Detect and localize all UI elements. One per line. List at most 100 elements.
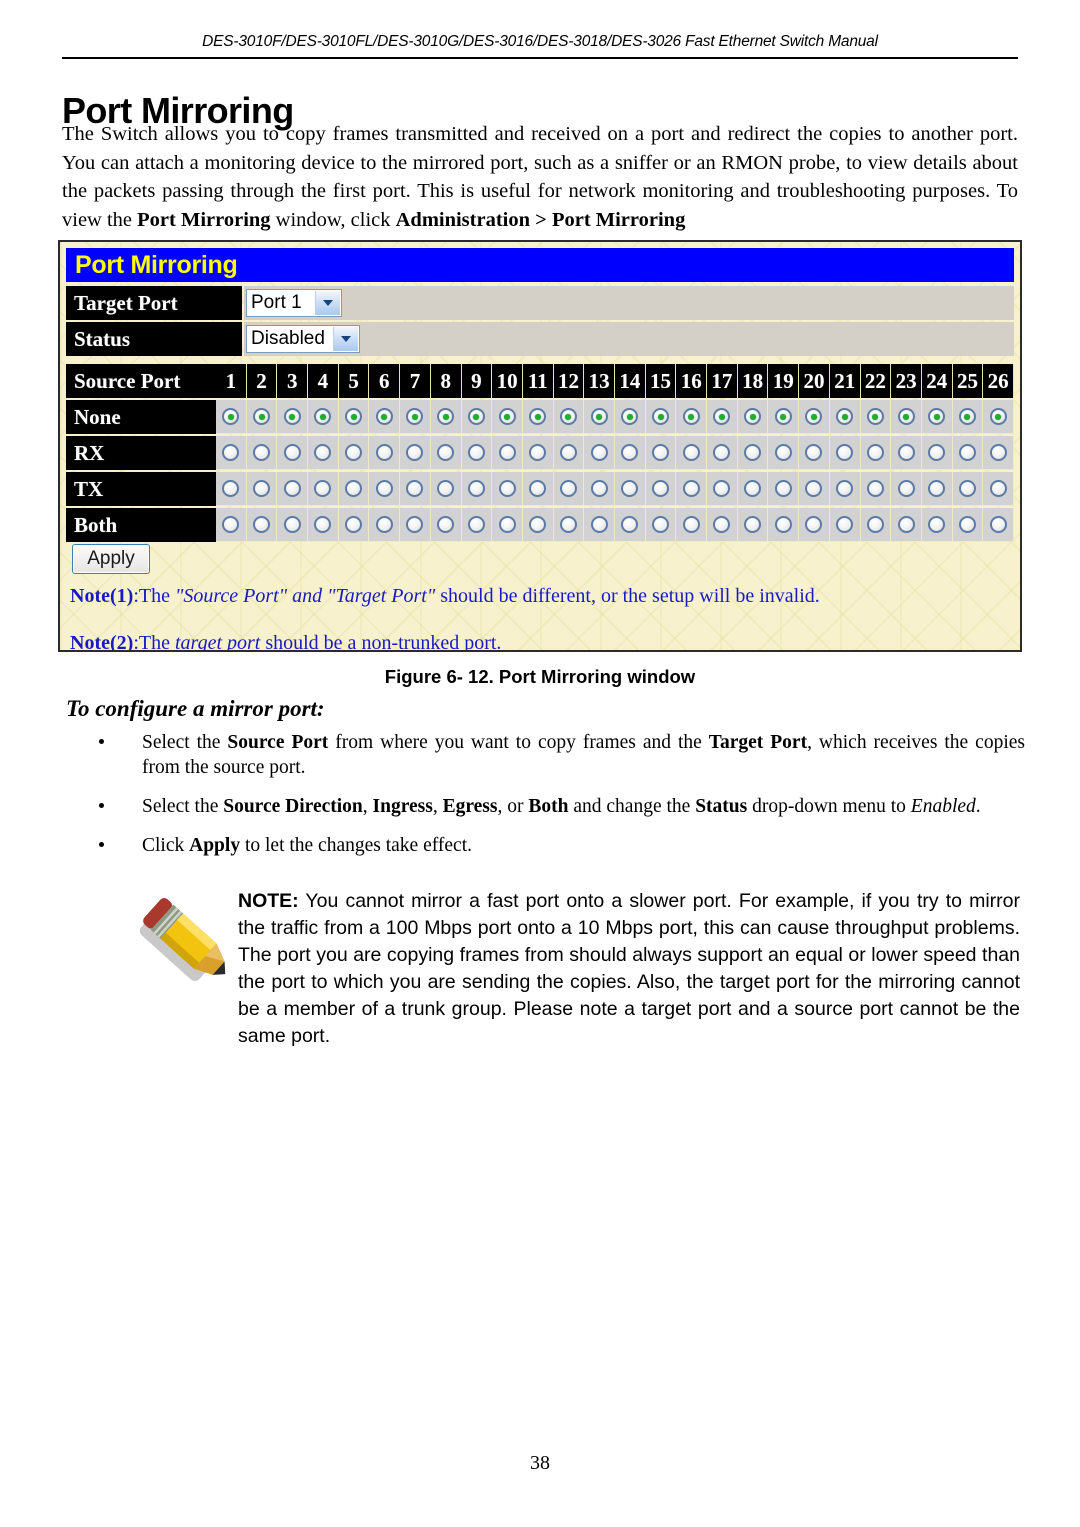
radio-cell-both-port-7[interactable] [400,508,431,542]
radio-rx-port-13[interactable] [590,444,608,461]
radio-none-port-14[interactable] [621,408,639,425]
radio-cell-none-port-14[interactable] [615,400,646,434]
radio-both-port-25[interactable] [958,516,976,533]
radio-both-port-9[interactable] [467,516,485,533]
radio-cell-rx-port-16[interactable] [676,436,708,470]
radio-both-port-14[interactable] [621,516,639,533]
radio-cell-tx-port-22[interactable] [860,472,892,506]
radio-cell-none-port-10[interactable] [492,400,523,434]
radio-none-port-4[interactable] [314,408,332,425]
radio-cell-both-port-23[interactable] [891,508,922,542]
radio-cell-rx-port-7[interactable] [400,436,431,470]
radio-none-port-20[interactable] [805,408,823,425]
radio-cell-rx-port-17[interactable] [707,436,738,470]
radio-cell-tx-port-5[interactable] [338,472,370,506]
radio-cell-tx-port-21[interactable] [829,472,861,506]
radio-rx-port-24[interactable] [928,444,946,461]
radio-both-port-3[interactable] [283,516,301,533]
radio-cell-rx-port-8[interactable] [430,436,462,470]
chevron-down-icon[interactable] [315,291,340,315]
radio-cell-tx-port-13[interactable] [584,472,615,506]
radio-tx-port-22[interactable] [866,480,884,497]
radio-none-port-19[interactable] [774,408,792,425]
radio-none-port-16[interactable] [682,408,700,425]
radio-tx-port-12[interactable] [559,480,577,497]
radio-cell-rx-port-22[interactable] [860,436,892,470]
radio-tx-port-10[interactable] [498,480,516,497]
radio-cell-rx-port-20[interactable] [799,436,830,470]
radio-cell-rx-port-25[interactable] [952,436,984,470]
radio-cell-none-port-23[interactable] [891,400,922,434]
radio-rx-port-7[interactable] [406,444,424,461]
radio-rx-port-8[interactable] [437,444,455,461]
radio-cell-both-port-16[interactable] [676,508,708,542]
radio-rx-port-26[interactable] [989,444,1007,461]
radio-none-port-17[interactable] [713,408,731,425]
radio-cell-rx-port-18[interactable] [737,436,769,470]
radio-tx-port-21[interactable] [836,480,854,497]
radio-both-port-1[interactable] [222,516,240,533]
radio-cell-rx-port-5[interactable] [338,436,370,470]
radio-rx-port-3[interactable] [283,444,301,461]
radio-cell-both-port-13[interactable] [584,508,615,542]
radio-both-port-22[interactable] [866,516,884,533]
radio-cell-both-port-4[interactable] [308,508,339,542]
target-port-select[interactable]: Port 1 [246,289,342,317]
radio-tx-port-2[interactable] [253,480,271,497]
radio-cell-tx-port-6[interactable] [369,472,401,506]
radio-none-port-25[interactable] [958,408,976,425]
radio-tx-port-4[interactable] [314,480,332,497]
radio-cell-tx-port-16[interactable] [676,472,708,506]
radio-cell-tx-port-19[interactable] [768,472,800,506]
radio-cell-tx-port-14[interactable] [615,472,646,506]
radio-rx-port-10[interactable] [498,444,516,461]
radio-both-port-20[interactable] [805,516,823,533]
radio-rx-port-21[interactable] [836,444,854,461]
radio-cell-tx-port-10[interactable] [492,472,523,506]
radio-cell-tx-port-1[interactable] [216,472,247,506]
radio-cell-rx-port-19[interactable] [768,436,800,470]
radio-cell-tx-port-2[interactable] [246,472,278,506]
radio-cell-both-port-22[interactable] [860,508,892,542]
radio-none-port-7[interactable] [406,408,424,425]
radio-none-port-6[interactable] [375,408,393,425]
radio-cell-none-port-15[interactable] [645,400,677,434]
radio-tx-port-24[interactable] [928,480,946,497]
radio-both-port-26[interactable] [989,516,1007,533]
radio-rx-port-20[interactable] [805,444,823,461]
radio-tx-port-16[interactable] [682,480,700,497]
radio-cell-none-port-25[interactable] [952,400,984,434]
radio-both-port-15[interactable] [652,516,670,533]
radio-cell-rx-port-23[interactable] [891,436,922,470]
radio-tx-port-13[interactable] [590,480,608,497]
radio-both-port-12[interactable] [559,516,577,533]
radio-rx-port-18[interactable] [744,444,762,461]
radio-cell-tx-port-26[interactable] [983,472,1014,506]
radio-cell-both-port-10[interactable] [492,508,523,542]
radio-none-port-13[interactable] [590,408,608,425]
radio-cell-both-port-2[interactable] [246,508,278,542]
radio-none-port-1[interactable] [222,408,240,425]
radio-rx-port-11[interactable] [529,444,547,461]
radio-cell-rx-port-13[interactable] [584,436,615,470]
radio-both-port-4[interactable] [314,516,332,533]
radio-both-port-17[interactable] [713,516,731,533]
radio-rx-port-17[interactable] [713,444,731,461]
radio-both-port-11[interactable] [529,516,547,533]
radio-cell-tx-port-3[interactable] [277,472,309,506]
radio-tx-port-15[interactable] [652,480,670,497]
radio-cell-tx-port-7[interactable] [400,472,431,506]
radio-both-port-23[interactable] [897,516,915,533]
radio-none-port-12[interactable] [559,408,577,425]
radio-none-port-18[interactable] [744,408,762,425]
radio-none-port-3[interactable] [283,408,301,425]
radio-cell-none-port-24[interactable] [921,400,953,434]
radio-cell-none-port-12[interactable] [553,400,585,434]
radio-none-port-11[interactable] [529,408,547,425]
radio-tx-port-8[interactable] [437,480,455,497]
radio-cell-both-port-6[interactable] [369,508,401,542]
radio-none-port-24[interactable] [928,408,946,425]
radio-cell-both-port-21[interactable] [829,508,861,542]
radio-both-port-8[interactable] [437,516,455,533]
radio-cell-rx-port-15[interactable] [645,436,677,470]
